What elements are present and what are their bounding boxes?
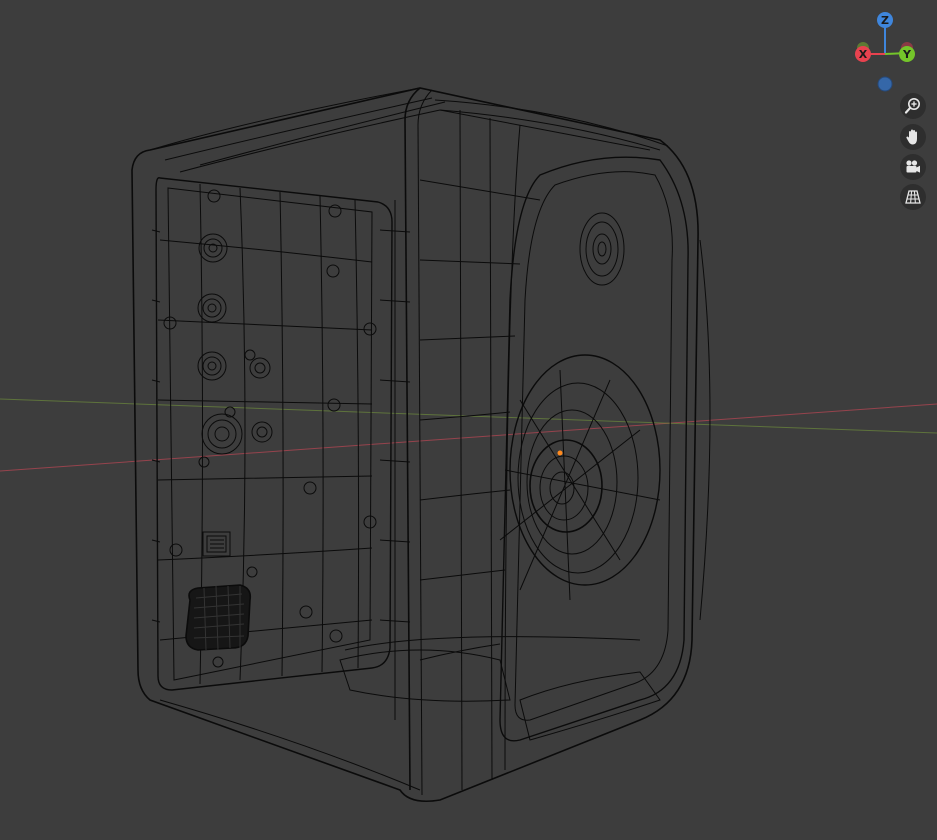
zoom-button[interactable] [900, 93, 926, 119]
camera-icon [906, 160, 920, 173]
zoom-icon [904, 98, 920, 114]
speaker-mesh [131, 87, 711, 803]
perspective-toggle-button[interactable] [900, 184, 926, 210]
hand-icon [906, 129, 917, 145]
wireframe-speaker-scene[interactable] [0, 0, 937, 840]
object-origin-point[interactable] [557, 450, 563, 456]
z-axis-handle[interactable]: Z [877, 12, 893, 28]
x-axis-line [0, 403, 937, 472]
x-axis-handle[interactable]: X [855, 46, 871, 62]
pan-button[interactable] [900, 124, 926, 150]
svg-text:Y: Y [902, 48, 912, 61]
svg-text:X: X [859, 48, 868, 61]
neg-z-axis-handle[interactable] [877, 76, 893, 92]
grid-icon [905, 190, 921, 204]
y-axis-handle[interactable]: Y [899, 46, 915, 62]
navigation-gizmo[interactable]: Z X Y [846, 8, 926, 96]
camera-view-button[interactable] [900, 154, 926, 180]
svg-text:Z: Z [881, 14, 889, 27]
3d-viewport[interactable]: Z X Y [0, 0, 937, 840]
